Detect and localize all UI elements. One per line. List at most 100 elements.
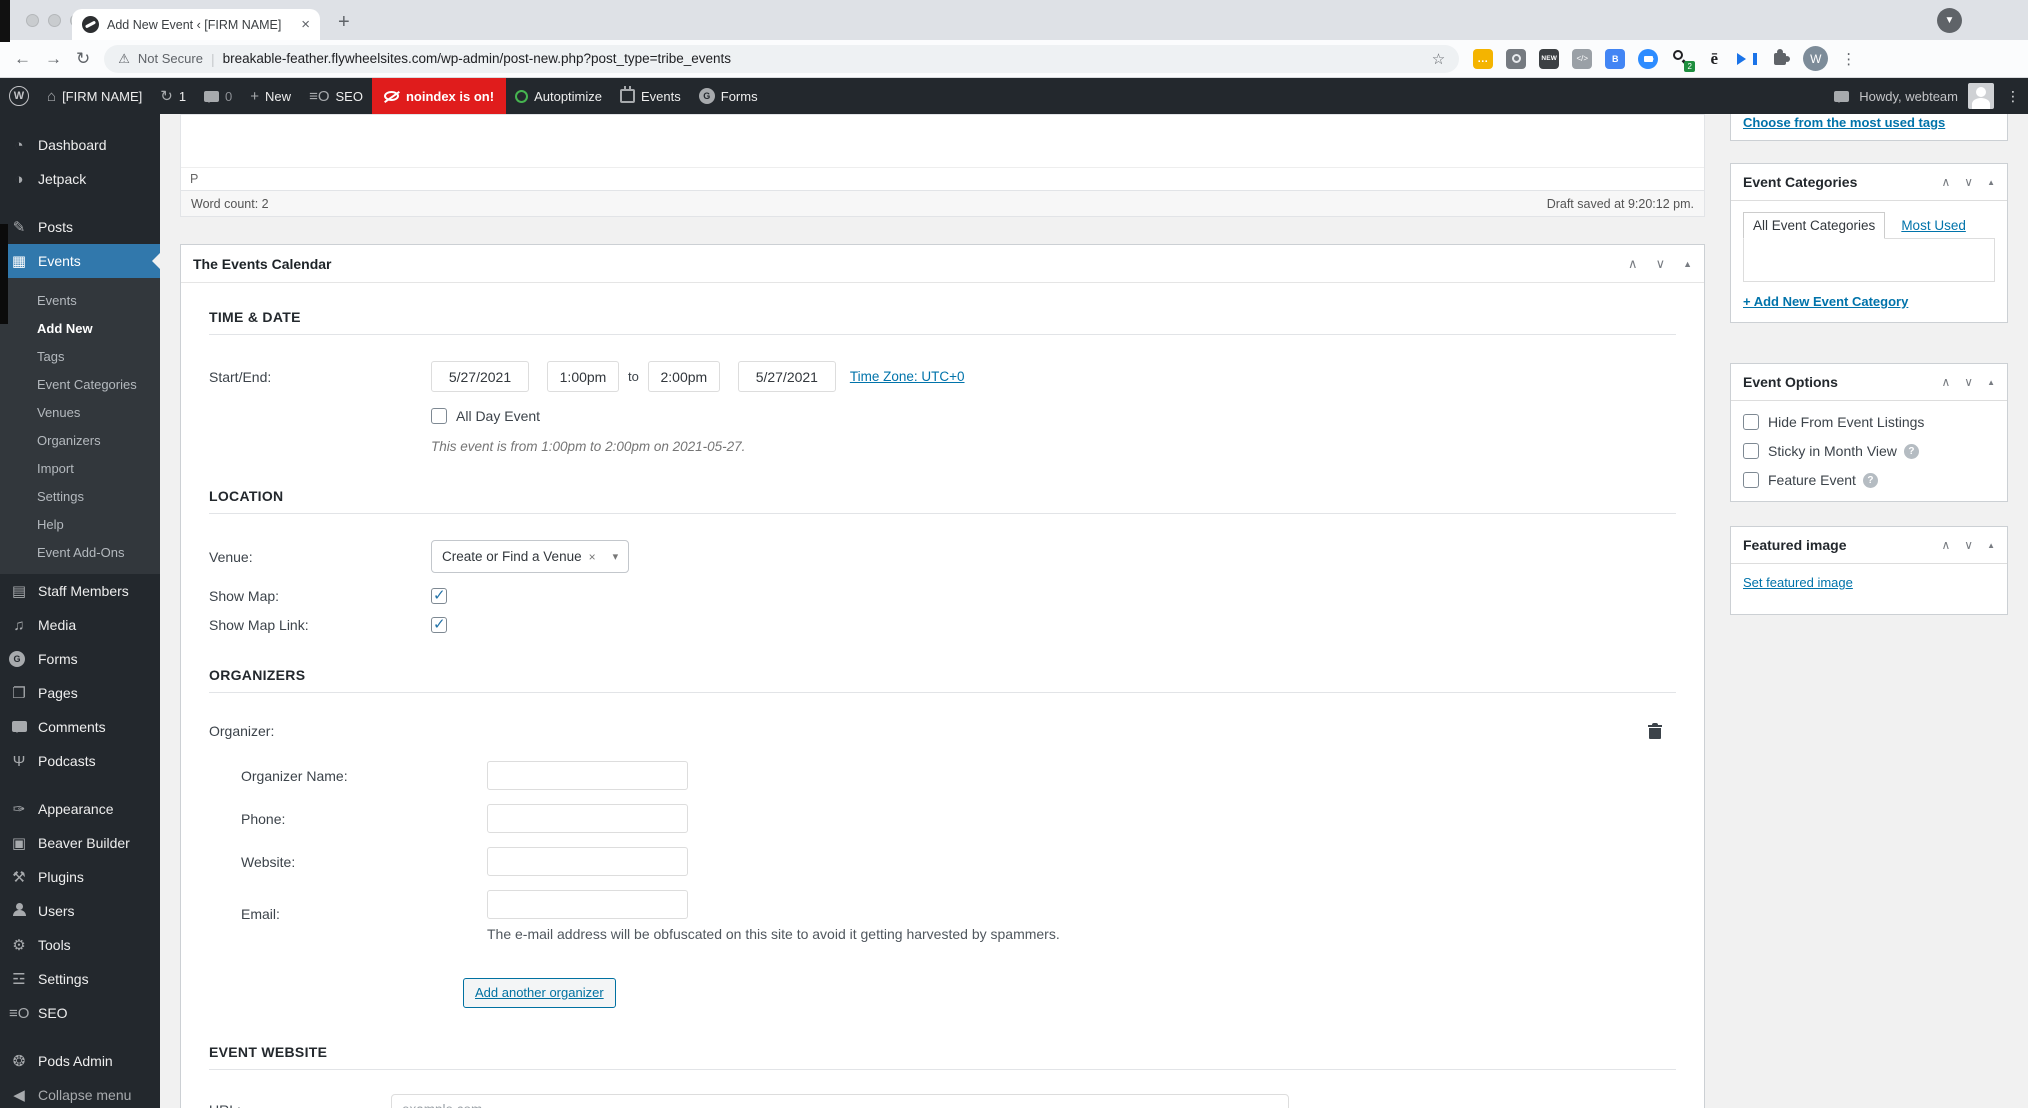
sidebar-item-forms[interactable]: G Forms <box>0 642 160 676</box>
updates-menu[interactable]: ↻ 1 <box>151 78 195 114</box>
dots-extension-icon[interactable]: … <box>1473 48 1494 69</box>
bookmark-star-icon[interactable]: ☆ <box>1432 50 1445 68</box>
submenu-item-organizers[interactable]: Organizers <box>0 426 160 454</box>
move-down-icon[interactable]: ∨ <box>1656 256 1666 272</box>
feature-event-checkbox[interactable] <box>1743 472 1759 488</box>
video-call-extension-icon[interactable] <box>1638 48 1659 69</box>
sidebar-item-pods-admin[interactable]: ❂ Pods Admin <box>0 1044 160 1078</box>
submenu-item-venues[interactable]: Venues <box>0 398 160 426</box>
move-down-icon[interactable]: ∨ <box>1964 538 1973 552</box>
forms-menu[interactable]: G Forms <box>690 78 767 114</box>
new-tab-button[interactable]: + <box>338 11 350 34</box>
metabox-header[interactable]: The Events Calendar ∧ ∨ ▲ <box>181 245 1704 283</box>
play-extension-icon[interactable] <box>1737 49 1758 69</box>
minimize-window-button[interactable] <box>48 14 61 27</box>
sidebar-item-staff-members[interactable]: ▤ Staff Members <box>0 574 160 608</box>
sidebar-item-pages[interactable]: ❐ Pages <box>0 676 160 710</box>
browser-profile-avatar[interactable]: W <box>1803 46 1829 71</box>
show-map-checkbox[interactable] <box>431 586 447 604</box>
event-categories-header[interactable]: Event Categories ∧ ∨ ▲ <box>1731 164 2007 201</box>
organizer-name-input[interactable] <box>487 761 688 790</box>
most-used-tags-link[interactable]: Choose from the most used tags <box>1743 115 1945 130</box>
sidebar-item-dashboard[interactable]: ◔ Dashboard <box>0 128 160 162</box>
tag-extension-icon[interactable]: B <box>1605 48 1626 69</box>
address-bar[interactable]: ⚠ Not Secure | breakable-feather.flywhee… <box>104 44 1460 73</box>
sidebar-item-plugins[interactable]: ⚒ Plugins <box>0 860 160 894</box>
submenu-item-settings[interactable]: Settings <box>0 482 160 510</box>
set-featured-image-link[interactable]: Set featured image <box>1743 575 1853 590</box>
collapse-menu-button[interactable]: ◀ Collapse menu <box>0 1078 160 1108</box>
event-url-input[interactable] <box>391 1094 1289 1108</box>
venue-select[interactable]: Create or Find a Venue × ▾ <box>431 540 630 573</box>
tab-close-icon[interactable]: × <box>301 17 310 32</box>
code-extension-icon[interactable]: </> <box>1572 48 1593 69</box>
tab-all-event-categories[interactable]: All Event Categories <box>1743 212 1886 239</box>
not-secure-warning-icon[interactable]: ⚠ <box>118 51 130 67</box>
sidebar-item-media[interactable]: ♫ Media <box>0 608 160 642</box>
sidebar-item-posts[interactable]: ✎ Posts <box>0 210 160 244</box>
user-avatar[interactable] <box>1968 83 1994 109</box>
url-text[interactable]: breakable-feather.flywheelsites.com/wp-a… <box>223 51 1424 66</box>
site-name-menu[interactable]: ⌂ [FIRM NAME] <box>38 78 151 114</box>
all-day-checkbox[interactable] <box>431 408 447 424</box>
submenu-item-add-new[interactable]: Add New <box>0 314 160 342</box>
notification-bubble-icon[interactable] <box>1834 90 1850 103</box>
end-date-input[interactable] <box>737 361 836 392</box>
collapse-toggle-icon[interactable]: ▲ <box>1987 378 1995 387</box>
add-new-event-category-link[interactable]: + Add New Event Category <box>1743 294 1908 309</box>
category-list-box[interactable] <box>1743 238 1995 282</box>
start-date-input[interactable] <box>431 361 529 392</box>
sidebar-item-seo[interactable]: ≡O SEO <box>0 996 160 1030</box>
submenu-item-tags[interactable]: Tags <box>0 342 160 370</box>
sidebar-item-comments[interactable]: Comments <box>0 710 160 744</box>
sidebar-item-users[interactable]: Users <box>0 894 160 928</box>
move-up-icon[interactable]: ∧ <box>1628 256 1638 272</box>
browser-tab[interactable]: Add New Event ‹ [FIRM NAME] × <box>72 9 320 40</box>
editor-text-area[interactable] <box>181 115 1704 167</box>
submenu-item-import[interactable]: Import <box>0 454 160 482</box>
hide-from-listings-checkbox[interactable] <box>1743 414 1759 430</box>
howdy-label[interactable]: Howdy, webteam <box>1859 89 1958 104</box>
new-content-menu[interactable]: + New <box>241 78 300 114</box>
submenu-item-help[interactable]: Help <box>0 510 160 538</box>
sidebar-item-events[interactable]: ▦ Events <box>0 244 160 278</box>
noindex-warning[interactable]: noindex is on! <box>371 78 507 114</box>
collapse-toggle-icon[interactable]: ▲ <box>1987 178 1995 187</box>
sidebar-item-appearance[interactable]: ✑ Appearance <box>0 792 160 826</box>
delete-organizer-icon[interactable] <box>1648 723 1662 739</box>
start-time-input[interactable] <box>547 361 619 392</box>
tab-most-used[interactable]: Most Used <box>1901 218 1966 233</box>
help-icon[interactable]: ? <box>1862 472 1878 488</box>
screenshot-extension-icon[interactable] <box>1506 48 1527 69</box>
website-input[interactable] <box>487 847 688 876</box>
phone-input[interactable] <box>487 804 688 833</box>
new-badge-extension-icon[interactable]: NEW <box>1539 48 1560 69</box>
sidebar-item-settings[interactable]: ☲ Settings <box>0 962 160 996</box>
submenu-item-event-add-ons[interactable]: Event Add-Ons <box>0 538 160 566</box>
forward-icon[interactable]: → <box>45 49 62 69</box>
move-down-icon[interactable]: ∨ <box>1964 375 1973 389</box>
autoptimize-menu[interactable]: Autoptimize <box>506 78 611 114</box>
comments-menu[interactable]: 0 <box>195 78 241 114</box>
overflow-menu-icon[interactable]: ⋮ <box>2004 88 2022 105</box>
wp-logo-menu[interactable]: W <box>0 78 38 114</box>
event-options-header[interactable]: Event Options ∧ ∨ ▲ <box>1731 364 2007 401</box>
downloads-button[interactable]: ▼ <box>1937 8 1962 33</box>
reload-icon[interactable]: ↻ <box>76 49 90 69</box>
submenu-item-events[interactable]: Events <box>0 286 160 314</box>
sidebar-item-jetpack[interactable]: ◑ Jetpack <box>0 162 160 196</box>
move-up-icon[interactable]: ∧ <box>1941 538 1950 552</box>
seo-menu[interactable]: ≡O SEO <box>300 78 372 114</box>
featured-image-header[interactable]: Featured image ∧ ∨ ▲ <box>1731 527 2007 564</box>
move-up-icon[interactable]: ∧ <box>1941 375 1950 389</box>
email-input[interactable] <box>487 890 688 919</box>
close-window-button[interactable] <box>26 14 39 27</box>
venue-clear-icon[interactable]: × <box>589 550 596 564</box>
sidebar-item-podcasts[interactable]: Ψ Podcasts <box>0 744 160 778</box>
move-up-icon[interactable]: ∧ <box>1941 175 1950 189</box>
extensions-puzzle-icon[interactable] <box>1770 48 1791 69</box>
search-extension-icon[interactable]: 2 <box>1671 49 1696 72</box>
back-icon[interactable]: ← <box>14 49 31 69</box>
timezone-link[interactable]: Time Zone: UTC+0 <box>850 369 965 384</box>
browser-menu-icon[interactable]: ⋮ <box>1841 50 1856 68</box>
